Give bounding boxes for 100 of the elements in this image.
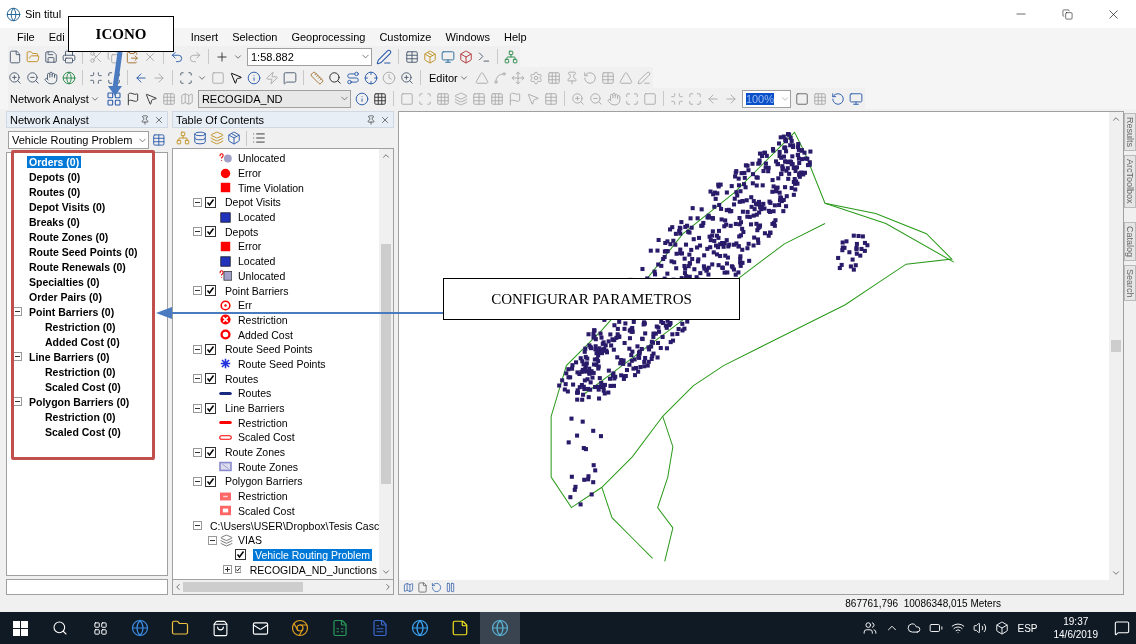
layer-name[interactable]: Polygon Barriers: [223, 475, 305, 488]
model-builder-icon[interactable]: [504, 49, 518, 64]
list-by-source-icon[interactable]: [193, 131, 207, 145]
class-item[interactable]: Added Cost (0): [43, 335, 122, 348]
table-icon[interactable]: [405, 49, 419, 64]
pause-icon[interactable]: [445, 581, 456, 593]
network-analyst-window-icon[interactable]: [105, 90, 122, 107]
layer-checkbox[interactable]: [205, 196, 216, 208]
list-by-drawing-order-icon[interactable]: [176, 131, 190, 145]
pan-icon[interactable]: [44, 70, 58, 85]
zoom-percent-field[interactable]: 100%: [741, 89, 791, 108]
browser-icon[interactable]: [131, 619, 149, 637]
layer-checkbox[interactable]: [205, 343, 216, 355]
data-driven-pages-icon[interactable]: [848, 91, 863, 106]
language-indicator[interactable]: ESP: [1017, 622, 1038, 634]
collapse-icon[interactable]: [193, 227, 202, 237]
layer-name[interactable]: Vehicle Routing Problem: [253, 548, 372, 561]
folder-icon[interactable]: [171, 619, 189, 637]
notifications-icon[interactable]: [1114, 620, 1130, 636]
class-item[interactable]: Orders (0): [27, 155, 82, 168]
layer-checkbox[interactable]: [205, 285, 216, 297]
time-slider-icon[interactable]: [382, 70, 396, 85]
scrollbar-thumb[interactable]: [1111, 340, 1121, 352]
collapse-icon[interactable]: [193, 286, 202, 296]
go-to-xy-icon[interactable]: [364, 70, 378, 85]
add-data-icon[interactable]: [215, 49, 229, 64]
network-identify-icon[interactable]: [372, 91, 387, 106]
layer-name[interactable]: Routes: [223, 372, 261, 385]
sticky-note-icon[interactable]: [451, 619, 469, 637]
fixed-zoom-in-icon[interactable]: [89, 70, 103, 85]
task-view-icon[interactable]: [92, 620, 108, 636]
arcmap-icon[interactable]: [491, 619, 509, 637]
menu-item[interactable]: Insert: [183, 31, 226, 43]
wifi-icon[interactable]: [951, 621, 966, 635]
scroll-down-icon[interactable]: [1111, 568, 1121, 578]
class-item[interactable]: Polygon Barriers (0): [27, 395, 132, 408]
source-name[interactable]: VIAS: [236, 534, 264, 547]
layer-name[interactable]: Point Barriers: [223, 284, 291, 297]
collapse-icon[interactable]: [193, 374, 202, 384]
python-window-icon[interactable]: [477, 49, 491, 64]
layer-name[interactable]: Route Zones: [223, 446, 288, 459]
layer-checkbox[interactable]: [205, 475, 216, 487]
class-item[interactable]: Scaled Cost (0): [43, 380, 123, 393]
back-icon[interactable]: [134, 70, 148, 85]
collapse-icon[interactable]: [13, 352, 22, 361]
full-extent-icon[interactable]: [62, 70, 76, 85]
dropbox-icon[interactable]: [995, 621, 1010, 635]
print-icon[interactable]: [62, 49, 76, 64]
layer-name[interactable]: RECOGIDA_ND_Junctions: [247, 563, 379, 576]
class-item[interactable]: Order Pairs (0): [27, 290, 104, 303]
layer-name[interactable]: Depots: [223, 225, 261, 238]
clock-time[interactable]: 19:37: [1063, 615, 1089, 628]
pointer-icon[interactable]: [229, 70, 243, 85]
collapse-icon[interactable]: [13, 307, 22, 316]
scrollbar-thumb[interactable]: [381, 244, 391, 484]
store-icon[interactable]: [211, 619, 229, 637]
menu-item[interactable]: Geoprocessing: [284, 31, 373, 43]
side-tab[interactable]: Results: [1124, 113, 1136, 151]
collapse-icon[interactable]: [193, 447, 202, 457]
class-item[interactable]: Routes (0): [27, 185, 83, 198]
options-icon[interactable]: [252, 131, 266, 145]
editor-toolbar-icon[interactable]: [376, 48, 392, 65]
scroll-up-icon[interactable]: [381, 151, 391, 161]
chrome-icon[interactable]: [291, 619, 309, 637]
cloud-icon[interactable]: [907, 621, 922, 635]
collapse-icon[interactable]: [193, 403, 202, 413]
class-item[interactable]: Route Zones (0): [27, 230, 111, 243]
expand-icon[interactable]: [223, 565, 232, 575]
menu-item[interactable]: Selection: [225, 31, 285, 43]
menu-item[interactable]: Windows: [438, 31, 497, 43]
scroll-left-icon[interactable]: [173, 582, 183, 592]
network-analyst-menu[interactable]: Network Analyst: [8, 92, 102, 105]
close-icon[interactable]: [380, 114, 390, 125]
window-icon[interactable]: [441, 49, 455, 64]
layer-name[interactable]: Depot Visits: [223, 196, 283, 209]
side-tab[interactable]: ArcToolbox: [1124, 155, 1136, 208]
html-popup-icon[interactable]: [283, 70, 297, 85]
layer-checkbox[interactable]: [235, 564, 242, 576]
layer-checkbox[interactable]: [205, 373, 216, 385]
class-item[interactable]: Restriction (0): [43, 365, 118, 378]
class-item[interactable]: Breaks (0): [27, 215, 82, 228]
route-icon[interactable]: [346, 70, 360, 85]
zoom-in-icon[interactable]: [8, 70, 22, 85]
zoom-out-icon[interactable]: [26, 70, 40, 85]
class-item[interactable]: Restriction (0): [43, 320, 118, 333]
analysis-layer-field[interactable]: Vehicle Routing Problem: [8, 131, 150, 149]
menu-item[interactable]: Help: [497, 31, 534, 43]
class-item[interactable]: Scaled Cost (0): [43, 425, 123, 438]
layer-checkbox[interactable]: [205, 402, 216, 414]
collapse-icon[interactable]: [193, 344, 202, 354]
collapse-icon[interactable]: [13, 397, 22, 406]
close-icon[interactable]: [154, 114, 164, 125]
class-item[interactable]: Specialties (0): [27, 275, 102, 288]
find-icon[interactable]: [328, 70, 342, 85]
layer-checkbox[interactable]: [235, 549, 246, 561]
data-view-icon[interactable]: [403, 581, 414, 593]
collapse-icon[interactable]: [193, 476, 202, 486]
source-name[interactable]: C:\Users\USER\Dropbox\Tesis Casc: [208, 519, 379, 532]
layer-name[interactable]: Route Seed Points: [223, 343, 315, 356]
layer-name[interactable]: Line Barriers: [223, 402, 287, 415]
